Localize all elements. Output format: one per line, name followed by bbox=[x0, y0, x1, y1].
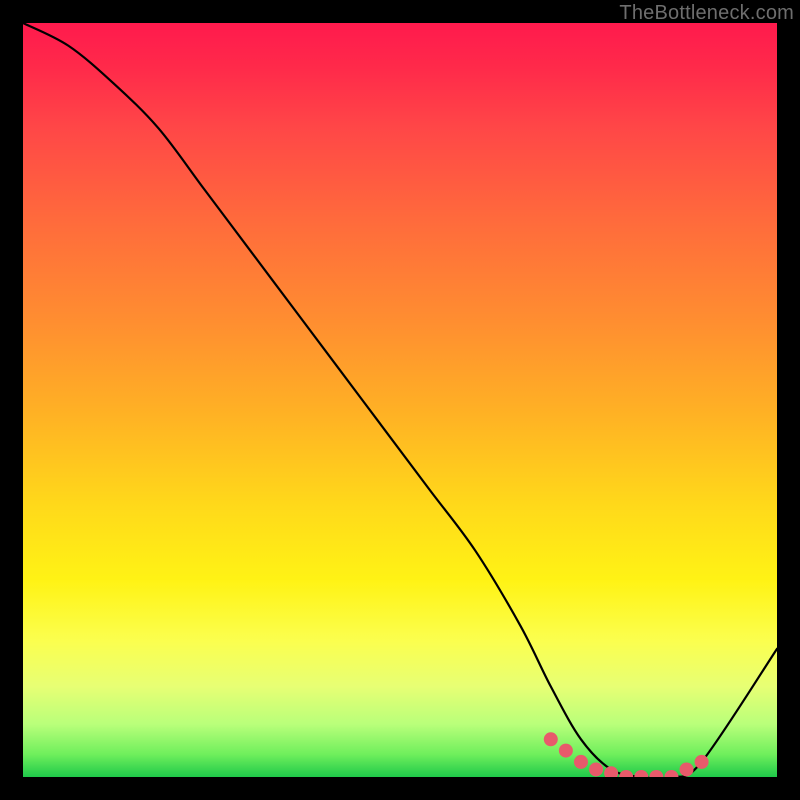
optimal-dot bbox=[680, 762, 694, 776]
optimal-dot bbox=[604, 766, 618, 777]
optimal-dot bbox=[695, 755, 709, 769]
optimal-dot bbox=[619, 770, 633, 777]
watermark-text: TheBottleneck.com bbox=[619, 2, 794, 25]
optimal-dot bbox=[634, 770, 648, 777]
bottleneck-curve-line bbox=[23, 23, 777, 777]
plot-area bbox=[23, 23, 777, 777]
optimal-dot bbox=[664, 770, 678, 777]
optimal-range-markers bbox=[544, 732, 709, 777]
optimal-dot bbox=[574, 755, 588, 769]
chart-root: TheBottleneck.com bbox=[0, 0, 800, 800]
optimal-dot bbox=[649, 770, 663, 777]
optimal-dot bbox=[559, 744, 573, 758]
curve-svg bbox=[23, 23, 777, 777]
optimal-dot bbox=[589, 762, 603, 776]
optimal-dot bbox=[544, 732, 558, 746]
